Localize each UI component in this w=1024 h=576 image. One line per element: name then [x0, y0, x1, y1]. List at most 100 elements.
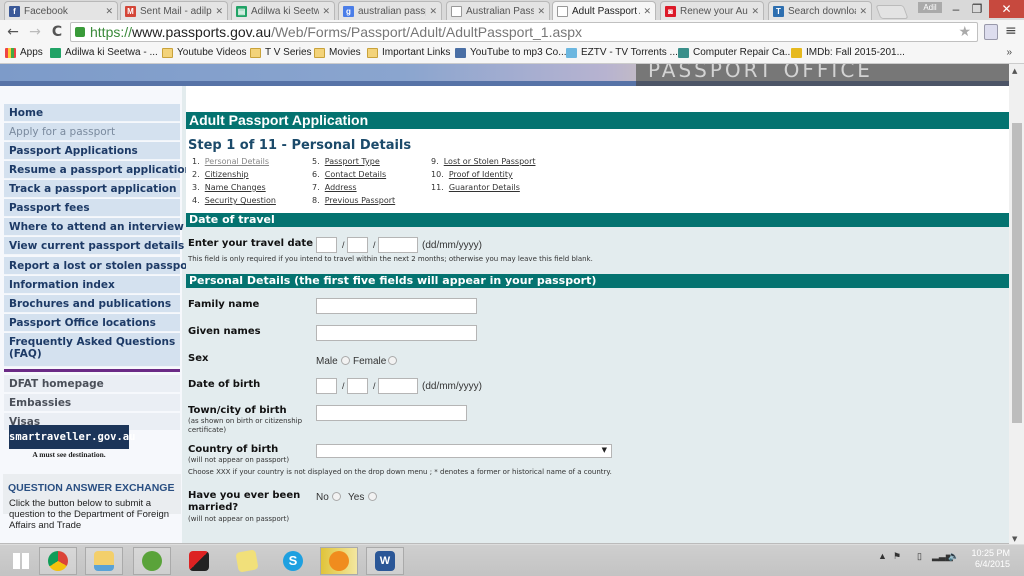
step-label[interactable]: Personal Details	[205, 157, 269, 166]
tab-gmail[interactable]: M Sent Mail - adilp ✕	[120, 1, 228, 20]
taskbar-utorrent[interactable]	[133, 547, 171, 575]
travel-day-input[interactable]	[316, 237, 337, 253]
chrome-menu-icon[interactable]: ≡	[1005, 23, 1017, 39]
close-tab-icon[interactable]: ✕	[537, 6, 545, 17]
bookmark-eztv[interactable]: EZTV - TV Torrents ...	[566, 47, 678, 58]
tab-renew-passport[interactable]: ◙ Renew your Aust ✕	[660, 1, 764, 20]
back-button[interactable]: ←	[4, 23, 22, 41]
scroll-up-arrow-icon[interactable]: ▲	[1012, 67, 1017, 75]
taskbar-file-explorer[interactable]	[85, 547, 123, 575]
dob-month-input[interactable]	[347, 378, 368, 394]
bookmark-youtube-mp3[interactable]: YouTube to mp3 Co...	[455, 47, 567, 58]
dob-day-input[interactable]	[316, 378, 337, 394]
bookmark-sheets[interactable]: Adilwa ki Seetwa - ...	[50, 47, 158, 58]
sidebar-item-brochures[interactable]: Brochures and publications	[4, 295, 180, 313]
close-tab-icon[interactable]: ✕	[215, 6, 223, 17]
sidebar-item-resume[interactable]: Resume a passport application	[4, 161, 192, 179]
taskbar-chrome[interactable]	[39, 547, 77, 575]
bookmark-youtube-videos[interactable]: Youtube Videos	[162, 47, 247, 58]
sidebar-item-home[interactable]: Home	[4, 104, 180, 122]
step-link[interactable]: 3. Name Changes	[192, 183, 266, 192]
sex-female-radio[interactable]	[388, 356, 397, 365]
sidebar-link-dfat[interactable]: DFAT homepage	[4, 375, 180, 393]
close-tab-icon[interactable]: ✕	[643, 6, 651, 17]
scroll-down-arrow-icon[interactable]: ▼	[1012, 535, 1017, 543]
sidebar-item-locations[interactable]: Passport Office locations	[4, 314, 180, 332]
tab-adult-passport[interactable]: Adult Passport A ✕	[552, 1, 656, 20]
step-label[interactable]: Passport Type	[325, 157, 380, 166]
show-hidden-icons[interactable]: ▲	[878, 551, 887, 561]
given-names-input[interactable]	[316, 325, 477, 341]
step-link[interactable]: 6. Contact Details	[312, 170, 386, 179]
sidebar-item-apply[interactable]: Apply for a passport	[4, 123, 180, 141]
scrollbar-thumb[interactable]	[1012, 123, 1022, 423]
step-link[interactable]: 7. Address	[312, 183, 357, 192]
sidebar-link-embassies[interactable]: Embassies	[4, 394, 180, 412]
tab-facebook[interactable]: f Facebook ✕	[4, 1, 118, 20]
step-label[interactable]: Proof of Identity	[449, 170, 513, 179]
bookmark-computer-repair[interactable]: Computer Repair Ca...	[678, 47, 793, 58]
family-name-input[interactable]	[316, 298, 477, 314]
tab-australian-passport[interactable]: Australian Passp ✕	[446, 1, 550, 20]
country-of-birth-select[interactable]: ▼	[316, 444, 612, 458]
smartraveller-logo[interactable]: smartraveller.gov.au	[9, 425, 135, 449]
step-link[interactable]: 10. Proof of Identity	[431, 170, 513, 179]
close-tab-icon[interactable]: ✕	[429, 6, 437, 17]
maximize-button[interactable]: ❐	[966, 0, 988, 18]
town-of-birth-input[interactable]	[316, 405, 467, 421]
system-clock[interactable]: 10:25 PM 6/4/2015	[960, 548, 1010, 570]
close-tab-icon[interactable]: ✕	[322, 6, 330, 17]
step-label[interactable]: Name Changes	[205, 183, 266, 192]
tab-search-download[interactable]: T Search download ✕	[768, 1, 872, 20]
tab-sheets[interactable]: ▤ Adilwa ki Seetwa ✕	[231, 1, 335, 20]
forward-button[interactable]: →	[26, 23, 44, 41]
step-label[interactable]: Security Question	[205, 196, 276, 205]
new-tab-button[interactable]	[875, 5, 909, 19]
battery-icon[interactable]: ▯	[917, 551, 922, 562]
sidebar-item-passport-applications[interactable]: Passport Applications	[4, 142, 180, 160]
step-link[interactable]: 1. Personal Details	[192, 157, 269, 166]
bookmark-important-links[interactable]: Important Links	[367, 47, 450, 58]
tab-google-search[interactable]: g australian passp ✕	[338, 1, 442, 20]
start-button[interactable]	[2, 547, 40, 575]
taskbar-skype[interactable]: S	[274, 547, 312, 575]
address-bar[interactable]: https://www.passports.gov.au/Web/Forms/P…	[70, 22, 978, 42]
sidebar-item-fees[interactable]: Passport fees	[4, 199, 180, 217]
volume-icon[interactable]: 🔈	[948, 551, 959, 562]
married-yes-radio[interactable]	[368, 492, 377, 501]
step-link[interactable]: 2. Citizenship	[192, 170, 249, 179]
reload-button[interactable]: C	[48, 23, 66, 41]
close-window-button[interactable]: ✕	[989, 0, 1024, 18]
travel-month-input[interactable]	[347, 237, 368, 253]
step-link[interactable]: 9. Lost or Stolen Passport	[431, 157, 536, 166]
sidebar-item-view-details[interactable]: View current passport details	[4, 237, 184, 255]
step-link[interactable]: 5. Passport Type	[312, 157, 380, 166]
sidebar-item-report-lost[interactable]: Report a lost or stolen passport	[4, 257, 198, 275]
married-no-radio[interactable]	[332, 492, 341, 501]
bookmark-apps[interactable]: Apps	[5, 47, 43, 58]
step-link[interactable]: 4. Security Question	[192, 196, 276, 205]
taskbar-media-player[interactable]	[320, 547, 358, 575]
sidebar-item-interview[interactable]: Where to attend an interview	[4, 218, 184, 236]
sidebar-item-track[interactable]: Track a passport application	[4, 180, 180, 198]
sex-male-radio[interactable]	[341, 356, 350, 365]
user-profile-badge[interactable]: Adil	[918, 2, 942, 13]
step-label[interactable]: Previous Passport	[325, 196, 395, 205]
close-tab-icon[interactable]: ✕	[859, 6, 867, 17]
close-tab-icon[interactable]: ✕	[105, 6, 113, 17]
bookmark-movies[interactable]: Movies	[314, 47, 361, 58]
taskbar-sticky-notes[interactable]	[228, 547, 266, 575]
close-tab-icon[interactable]: ✕	[751, 6, 759, 17]
step-link[interactable]: 11. Guarantor Details	[431, 183, 520, 192]
step-label[interactable]: Address	[325, 183, 357, 192]
travel-year-input[interactable]	[378, 237, 418, 253]
sidebar-item-faq[interactable]: Frequently Asked Questions (FAQ)	[4, 333, 180, 367]
sidebar-item-information-index[interactable]: Information index	[4, 276, 180, 294]
taskbar-kaspersky[interactable]	[180, 547, 218, 575]
minimize-button[interactable]: –	[945, 0, 967, 18]
action-center-flag-icon[interactable]: ⚑	[893, 551, 901, 562]
step-label[interactable]: Lost or Stolen Passport	[444, 157, 536, 166]
step-label[interactable]: Contact Details	[325, 170, 386, 179]
step-link[interactable]: 8. Previous Passport	[312, 196, 395, 205]
bookmark-tv-series[interactable]: T V Series	[250, 47, 312, 58]
